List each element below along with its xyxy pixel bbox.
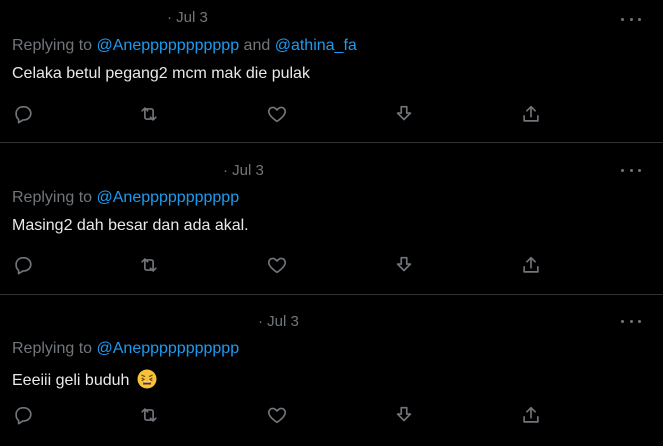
download-icon	[396, 105, 412, 121]
tweet-date[interactable]: · Jul 3	[223, 162, 264, 179]
share-icon	[523, 256, 539, 273]
tweet-actions	[0, 254, 663, 276]
reply-button[interactable]	[12, 404, 34, 426]
like-button[interactable]	[266, 103, 288, 125]
reply-button[interactable]	[12, 103, 34, 125]
tweet-date[interactable]: · Jul 3	[167, 9, 208, 26]
tweet-text: Masing2 dah besar dan ada akal.	[12, 217, 249, 234]
like-button[interactable]	[266, 254, 288, 276]
like-button[interactable]	[266, 404, 288, 426]
more-dot	[621, 17, 624, 21]
tweet-actions	[0, 404, 663, 426]
heart-icon	[267, 257, 287, 274]
more-dot	[621, 319, 624, 323]
replying-prefix: Replying to	[12, 340, 93, 357]
download-icon	[396, 256, 412, 272]
reply-icon	[15, 407, 32, 425]
share-icon	[523, 105, 539, 122]
download-icon	[396, 406, 412, 422]
more-dot	[629, 319, 633, 323]
reply-icon	[15, 257, 32, 275]
tweet-actions	[0, 103, 663, 125]
retweet-icon	[141, 408, 157, 422]
more-dot	[638, 17, 641, 21]
tweet-3[interactable]: · Jul 3 Replying to @Aneppppppppppp Eeei…	[0, 295, 663, 446]
reply-button[interactable]	[12, 254, 34, 276]
share-button[interactable]	[520, 103, 542, 125]
heart-icon	[267, 407, 287, 424]
retweet-icon	[141, 107, 157, 121]
replying-prefix: Replying to	[12, 37, 93, 54]
replying-prefix: Replying to	[12, 189, 93, 206]
replying-to-line: Replying to @Aneppppppppppp and @athina_…	[12, 37, 357, 55]
replying-to-line: Replying to @Aneppppppppppp	[12, 340, 239, 358]
retweet-button[interactable]	[138, 103, 160, 125]
retweet-button[interactable]	[138, 254, 160, 276]
and-text: and	[243, 37, 271, 54]
more-dot	[629, 17, 633, 21]
more-options-button[interactable]	[621, 14, 641, 24]
tweet-date[interactable]: · Jul 3	[258, 313, 299, 330]
download-button[interactable]	[393, 404, 415, 426]
mention-link[interactable]: @Aneppppppppppp	[97, 37, 240, 54]
more-dot	[638, 168, 641, 172]
mention-link[interactable]: @Aneppppppppppp	[97, 189, 240, 206]
more-dot	[629, 168, 633, 172]
share-button[interactable]	[520, 254, 542, 276]
mention-link[interactable]: @athina_fa	[275, 37, 357, 54]
more-options-button[interactable]	[621, 165, 641, 175]
reply-icon	[15, 106, 32, 124]
tweet-text-line: Eeeiii geli buduh	[12, 369, 157, 390]
download-button[interactable]	[393, 254, 415, 276]
weary-face-emoji	[137, 369, 157, 389]
tweet-text: Celaka betul pegang2 mcm mak die pulak	[12, 65, 310, 82]
download-button[interactable]	[393, 103, 415, 125]
share-icon	[523, 406, 539, 423]
tweet-text: Eeeiii geli buduh	[12, 372, 130, 389]
heart-icon	[267, 106, 287, 123]
retweet-icon	[141, 258, 157, 272]
more-dot	[638, 319, 641, 323]
mention-link[interactable]: @Aneppppppppppp	[97, 340, 240, 357]
retweet-button[interactable]	[138, 404, 160, 426]
more-options-button[interactable]	[621, 316, 641, 326]
tweet-1[interactable]: · Jul 3 Replying to @Aneppppppppppp and …	[0, 0, 663, 142]
share-button[interactable]	[520, 404, 542, 426]
more-dot	[621, 168, 624, 172]
replying-to-line: Replying to @Aneppppppppppp	[12, 189, 239, 207]
tweet-2[interactable]: · Jul 3 Replying to @Aneppppppppppp Masi…	[0, 143, 663, 294]
